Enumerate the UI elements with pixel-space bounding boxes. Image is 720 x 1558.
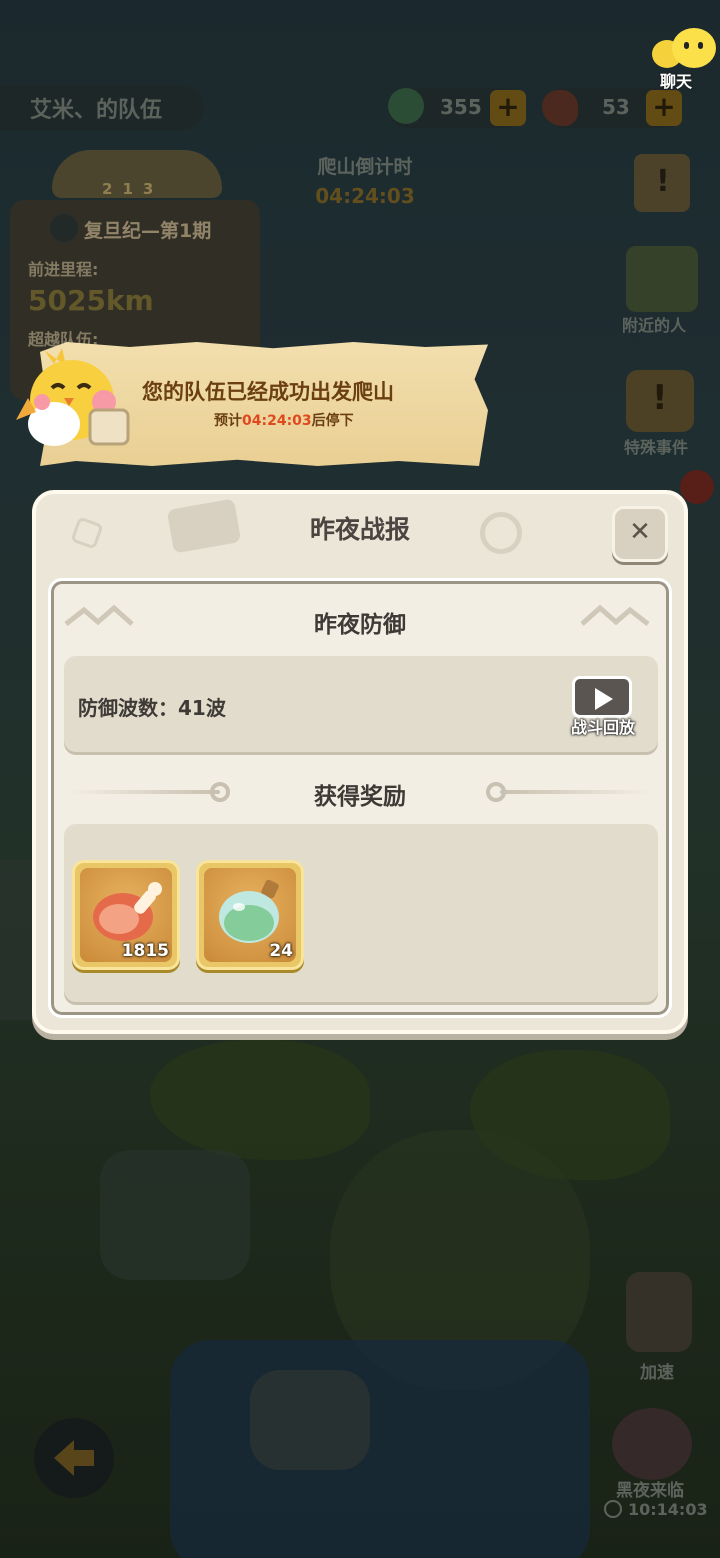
toast-subtitle: 预计04:24:03后停下	[214, 410, 354, 430]
chat-label: 聊天	[660, 72, 693, 91]
close-button[interactable]: ✕	[612, 506, 668, 562]
defense-waves-text: 防御波数：41波	[78, 696, 226, 720]
toast-sub-prefix: 预计	[214, 413, 242, 429]
toast-sub-suffix: 后停下	[311, 413, 354, 429]
play-video-icon	[572, 676, 632, 718]
reward-heading: 获得奖励	[314, 784, 406, 810]
close-icon: ✕	[629, 517, 651, 547]
defense-heading: 昨夜防御	[314, 612, 406, 638]
reward-count: 1815	[121, 941, 169, 961]
toast-eta-time: 04:24:03	[242, 413, 312, 429]
potion-icon	[219, 879, 279, 943]
bird-mascot-icon	[16, 348, 130, 446]
meat-icon	[93, 882, 162, 941]
battle-replay-label[interactable]: 战斗回放	[560, 714, 646, 738]
reward-item-meat[interactable]: 1815	[72, 860, 180, 970]
reward-item-potion[interactable]: 24	[196, 860, 304, 970]
chat-button[interactable]: 聊天	[652, 28, 716, 91]
toast-title: 您的队伍已经成功出发爬山	[142, 380, 394, 404]
reward-count: 24	[269, 941, 293, 961]
chat-face-icon	[672, 28, 716, 68]
